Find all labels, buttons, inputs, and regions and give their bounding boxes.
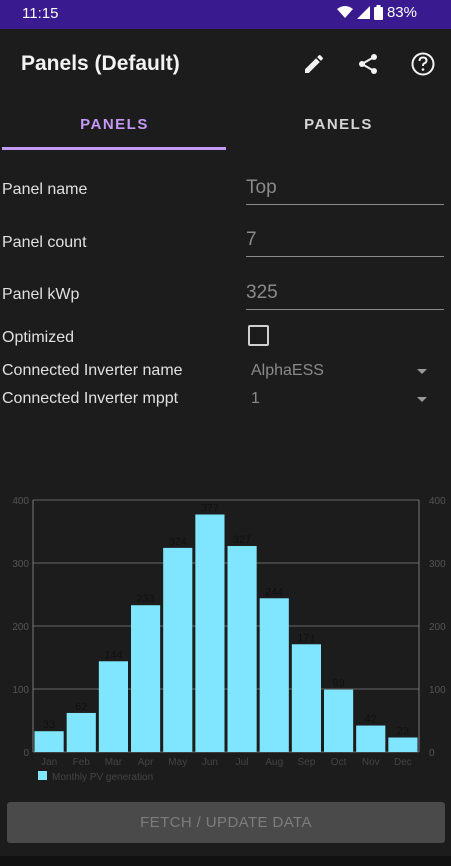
y-tick-label-left: 200 (12, 622, 29, 633)
data-label: 99 (332, 678, 344, 690)
legend-swatch (38, 771, 47, 780)
status-time: 11:15 (22, 5, 59, 22)
tab-panels-second[interactable]: PANELS (226, 99, 451, 149)
optimized-label: Optimized (2, 329, 75, 346)
y-tick-label-right: 100 (429, 685, 446, 696)
pv-generation-chart: 0 0 100 100 200 200 300 300 400 400 33 Jan 62 Feb 144 M… (12, 496, 446, 783)
dropdown-arrow-icon (417, 397, 427, 402)
chart-bar (66, 712, 96, 752)
y-tick-label-right: 200 (429, 622, 446, 633)
battery-icon (373, 5, 383, 20)
panel-count-value: 7 (246, 229, 257, 250)
x-tick-label: Mar (105, 757, 123, 768)
inverter-name-label: Connected Inverter name (2, 362, 183, 379)
x-tick-label: Jul (236, 757, 249, 768)
x-tick-label: May (168, 757, 187, 768)
data-label: 144 (104, 649, 122, 661)
chart-bar (227, 545, 257, 752)
chart-bar (356, 725, 386, 752)
data-label: 244 (265, 586, 283, 598)
y-tick-label-left: 400 (12, 496, 29, 507)
data-label: 23 (397, 726, 409, 738)
data-label: 377 (201, 502, 219, 514)
x-tick-label: Nov (362, 757, 380, 768)
x-tick-label: Apr (138, 757, 154, 768)
status-icons: 83% (336, 4, 417, 21)
chart-bar (324, 689, 354, 752)
x-tick-label: Jan (41, 757, 57, 768)
optimized-checkbox[interactable] (248, 325, 269, 346)
legend-label: Monthly PV generation (52, 772, 153, 783)
x-tick-label: Feb (73, 757, 91, 768)
data-label: 327 (233, 534, 251, 546)
status-bar: 11:15 83% (0, 0, 451, 29)
y-tick-label-left: 100 (12, 685, 29, 696)
inverter-mppt-label: Connected Inverter mppt (2, 390, 179, 407)
y-tick-label-right: 400 (429, 496, 446, 507)
chart-bar (291, 644, 321, 752)
chart-bar (388, 737, 418, 752)
navigation-bar (0, 856, 451, 866)
panel-kwp-field[interactable]: 325 (246, 277, 444, 310)
y-tick-label-left: 0 (23, 748, 29, 759)
panel-count-field[interactable]: 7 (246, 224, 444, 257)
panel-kwp-value: 325 (246, 282, 278, 303)
panel-name-value: Top (246, 177, 277, 198)
chart-bar (163, 547, 193, 752)
inverter-name-value: AlphaESS (251, 362, 324, 379)
data-label: 171 (297, 632, 315, 644)
panel-name-label: Panel name (2, 181, 88, 198)
chart-bar (195, 514, 225, 752)
data-label: 62 (75, 701, 87, 713)
panel-name-field[interactable]: Top (246, 172, 444, 205)
inverter-mppt-value: 1 (251, 390, 260, 407)
x-tick-label: Jun (202, 757, 218, 768)
tab-indicator (2, 147, 226, 150)
y-tick-label-left: 300 (12, 559, 29, 570)
x-tick-label: Oct (331, 757, 347, 768)
fetch-update-button[interactable]: FETCH / UPDATE DATA (7, 802, 445, 843)
inverter-name-dropdown[interactable]: AlphaESS (251, 362, 441, 384)
chart-bar (259, 598, 289, 752)
data-label: 233 (136, 593, 154, 605)
data-label: 42 (365, 714, 377, 726)
chart-bar (131, 605, 161, 752)
data-label: 33 (43, 719, 55, 731)
page-title: Panels (Default) (21, 52, 180, 75)
y-tick-label-right: 300 (429, 559, 446, 570)
wifi-icon (336, 6, 353, 18)
chart-bar (98, 661, 128, 752)
help-icon[interactable] (408, 49, 438, 79)
tab-bar: PANELS PANELS (0, 99, 451, 149)
panel-count-label: Panel count (2, 234, 87, 251)
x-tick-label: Sep (298, 757, 316, 768)
x-tick-label: Dec (394, 757, 412, 768)
signal-icon (356, 6, 370, 19)
panel-kwp-label: Panel kWp (2, 286, 80, 303)
battery-percent: 83% (386, 4, 417, 21)
dropdown-arrow-icon (417, 369, 427, 374)
chart-bar (34, 731, 64, 752)
inverter-mppt-dropdown[interactable]: 1 (251, 390, 441, 412)
edit-icon[interactable] (299, 49, 329, 79)
share-icon[interactable] (353, 49, 383, 79)
data-label: 324 (169, 536, 187, 548)
app-bar: Panels (Default) (0, 29, 451, 99)
y-tick-label-right: 0 (429, 748, 435, 759)
tab-panels-active[interactable]: PANELS (2, 99, 227, 149)
x-tick-label: Aug (265, 757, 283, 768)
